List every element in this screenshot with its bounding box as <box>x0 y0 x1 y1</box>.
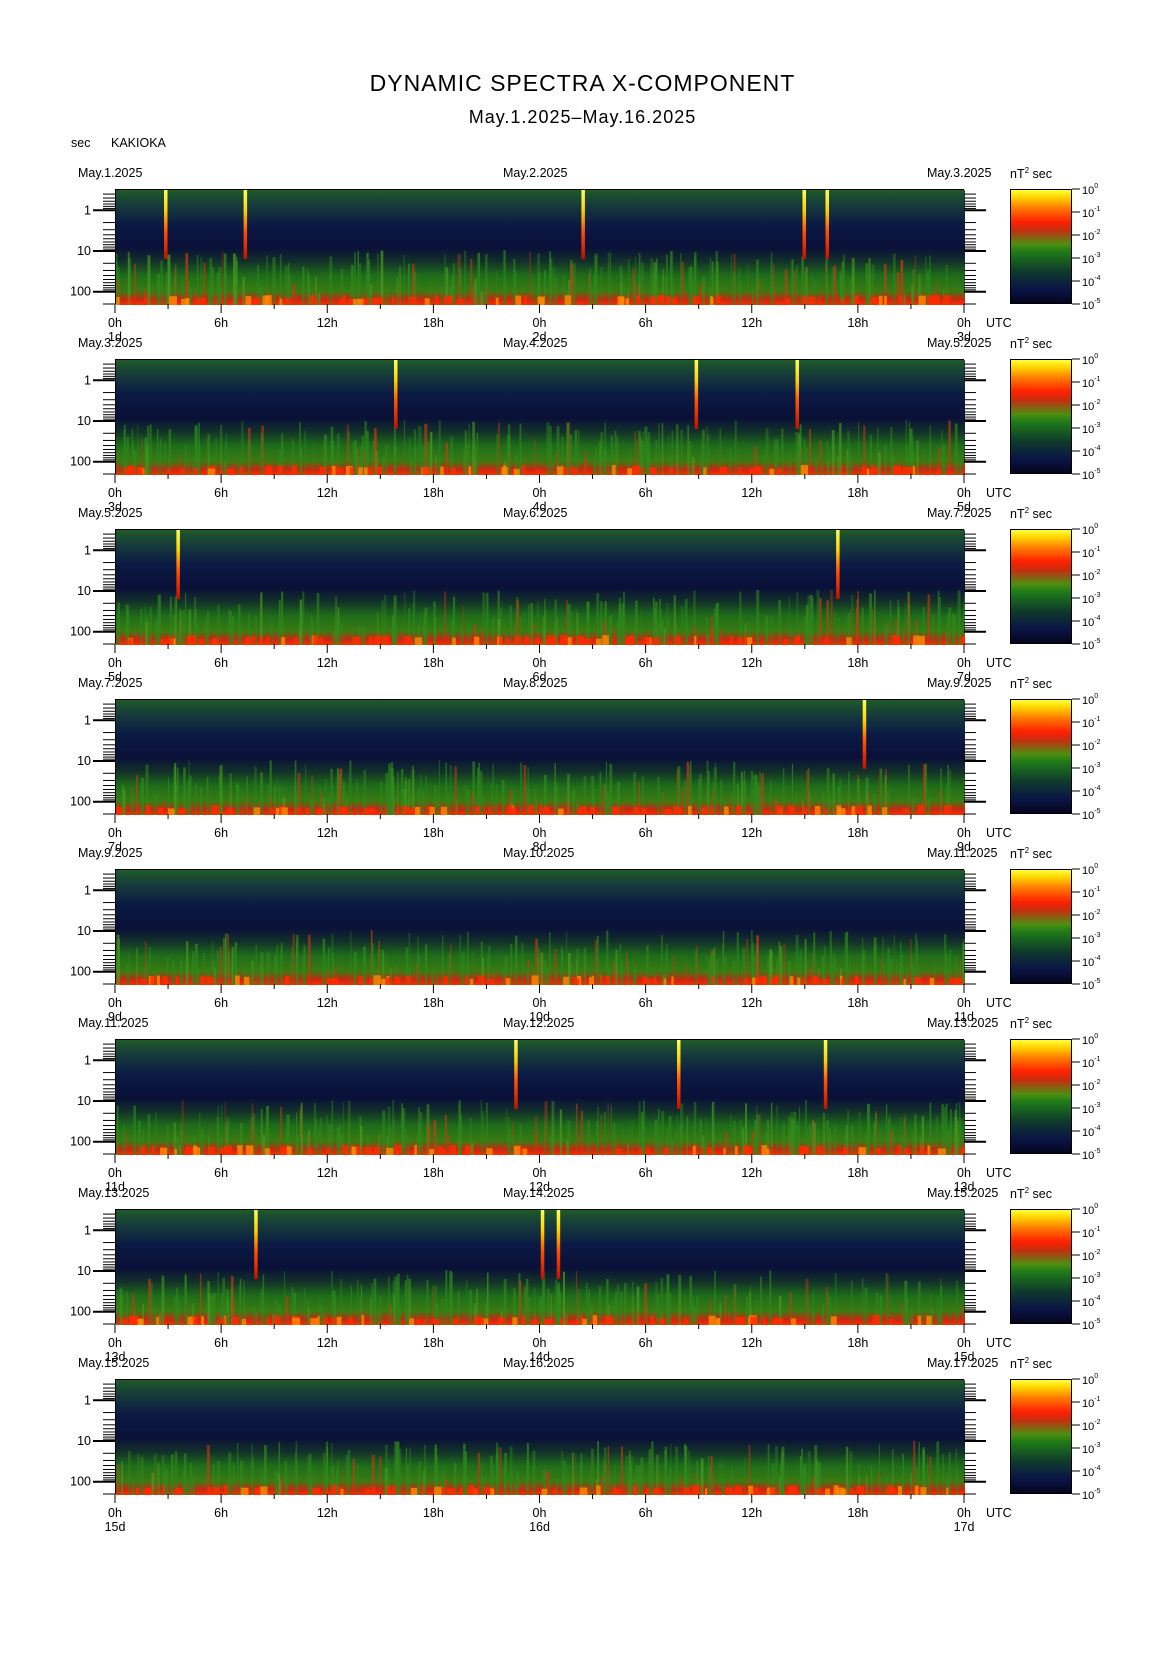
colorbar-tick-label: 10-4 <box>1082 275 1101 289</box>
colorbar-tick-label: 100 <box>1082 353 1098 367</box>
colorbar-tick-label: 10-2 <box>1082 229 1101 243</box>
colorbar-axis: 100 10-1 10-2 10-3 10-4 10-5 <box>1072 183 1101 312</box>
spectrum-panel-3: May.5.2025 May.6.2025 May.7.2025 nT2 sec 1 10… <box>0 492 1165 684</box>
spectrum-panel-1: May.1.2025 May.2.2025 May.3.2025 nT2 sec 1 10… <box>0 152 1165 344</box>
colorbar-tick-label: 10-2 <box>1082 1079 1101 1093</box>
colorbar-tick-label: 10-1 <box>1082 546 1101 560</box>
colorbar-tick-label: 10-1 <box>1082 1396 1101 1410</box>
colorbar-tick-label: 10-2 <box>1082 399 1101 413</box>
station-label: KAKIOKA <box>111 136 166 150</box>
spectrum-panel-7: May.13.2025 May.14.2025 May.15.2025 nT2 sec… <box>0 1172 1165 1364</box>
colorbar-tick-label: 10-1 <box>1082 886 1101 900</box>
colorbar-tick-label: 10-5 <box>1082 1488 1101 1502</box>
colorbar-axis: 100 10-1 10-2 10-3 10-4 10-5 <box>1072 1373 1101 1502</box>
colorbar-tick-label: 100 <box>1082 523 1098 537</box>
spectrum-panel-8: May.15.2025 May.16.2025 May.17.2025 nT2 sec… <box>0 1342 1165 1534</box>
colorbar-tick-label: 10-5 <box>1082 1318 1101 1332</box>
colorbar-tick-label: 10-4 <box>1082 785 1101 799</box>
colorbar-tick-label: 100 <box>1082 1203 1098 1217</box>
colorbar-axis: 100 10-1 10-2 10-3 10-4 10-5 <box>1072 1203 1101 1332</box>
colorbar-tick-label: 10-4 <box>1082 1295 1101 1309</box>
colorbar-tick-label: 10-2 <box>1082 569 1101 583</box>
colorbar-tick-label: 10-5 <box>1082 808 1101 822</box>
colorbar-tick-label: 100 <box>1082 1373 1098 1387</box>
colorbar-axis: 100 10-1 10-2 10-3 10-4 10-5 <box>1072 523 1101 652</box>
colorbar-tick-label: 100 <box>1082 693 1098 707</box>
spectrum-panel-4: May.7.2025 May.8.2025 May.9.2025 nT2 sec 1 10… <box>0 662 1165 854</box>
colorbar-tick-label: 10-5 <box>1082 468 1101 482</box>
colorbar-tick-label: 10-3 <box>1082 932 1101 946</box>
colorbar-tick-label: 10-4 <box>1082 615 1101 629</box>
colorbar-tick-label: 10-3 <box>1082 1272 1101 1286</box>
colorbar-tick-label: 10-1 <box>1082 206 1101 220</box>
colorbar-tick-label: 10-3 <box>1082 592 1101 606</box>
chart-title: DYNAMIC SPECTRA X-COMPONENT <box>369 70 796 96</box>
colorbar-tick-label: 10-4 <box>1082 1465 1101 1479</box>
colorbar-tick-label: 10-3 <box>1082 1102 1101 1116</box>
chart-subtitle: May.1.2025–May.16.2025 <box>468 107 697 127</box>
colorbar-tick-label: 10-4 <box>1082 445 1101 459</box>
colorbar-tick-label: 100 <box>1082 1033 1098 1047</box>
colorbar-tick-label: 100 <box>1082 183 1098 197</box>
colorbar-tick-label: 10-1 <box>1082 1226 1101 1240</box>
colorbar-tick-label: 10-1 <box>1082 376 1101 390</box>
colorbar-tick-label: 10-5 <box>1082 638 1101 652</box>
spectrum-panel-2: May.3.2025 May.4.2025 May.5.2025 nT2 sec 1 10… <box>0 322 1165 514</box>
spectrum-panel-6: May.11.2025 May.12.2025 May.13.2025 nT2 sec… <box>0 1002 1165 1194</box>
colorbar-tick-label: 10-3 <box>1082 422 1101 436</box>
colorbar-tick-label: 10-1 <box>1082 1056 1101 1070</box>
colorbar-tick-label: 10-2 <box>1082 1249 1101 1263</box>
colorbar-axis: 100 10-1 10-2 10-3 10-4 10-5 <box>1072 353 1101 482</box>
colorbar-tick-label: 10-5 <box>1082 298 1101 312</box>
colorbar-tick-label: 100 <box>1082 863 1098 877</box>
colorbar-tick-label: 10-5 <box>1082 978 1101 992</box>
spectrum-panel-5: May.9.2025 May.10.2025 May.11.2025 nT2 sec 1… <box>0 832 1165 1024</box>
colorbar-axis: 100 10-1 10-2 10-3 10-4 10-5 <box>1072 1033 1101 1162</box>
colorbar-tick-label: 10-2 <box>1082 909 1101 923</box>
colorbar-axis: 100 10-1 10-2 10-3 10-4 10-5 <box>1072 693 1101 822</box>
colorbar-tick-label: 10-4 <box>1082 955 1101 969</box>
y-unit-label: sec <box>71 136 91 150</box>
colorbar-tick-label: 10-2 <box>1082 1419 1101 1433</box>
colorbar-tick-label: 10-4 <box>1082 1125 1101 1139</box>
colorbar-tick-label: 10-2 <box>1082 739 1101 753</box>
colorbar-tick-label: 10-3 <box>1082 252 1101 266</box>
colorbar-tick-label: 10-1 <box>1082 716 1101 730</box>
colorbar-tick-label: 10-3 <box>1082 1442 1101 1456</box>
colorbar-axis: 100 10-1 10-2 10-3 10-4 10-5 <box>1072 863 1101 992</box>
colorbar-tick-label: 10-5 <box>1082 1148 1101 1162</box>
colorbar-tick-label: 10-3 <box>1082 762 1101 776</box>
